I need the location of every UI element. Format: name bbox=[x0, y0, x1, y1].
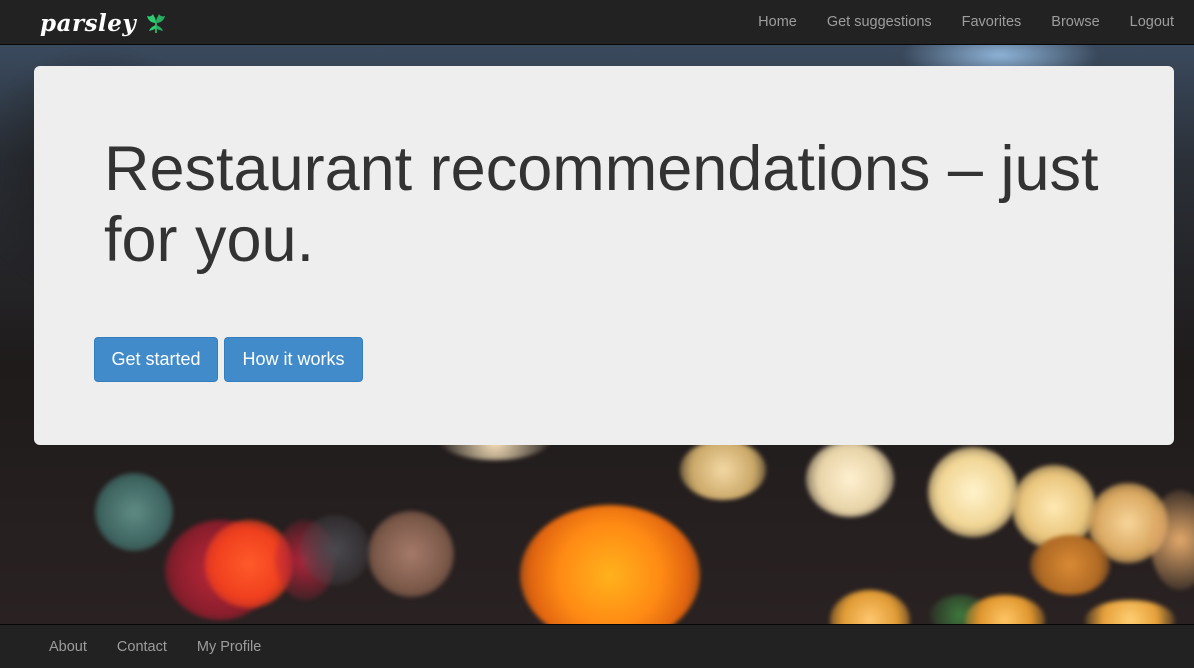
nav-links: Home Get suggestions Favorites Browse Lo… bbox=[743, 0, 1194, 45]
footer-about-link[interactable]: About bbox=[34, 639, 102, 655]
parsley-leaf-icon bbox=[147, 14, 166, 33]
bokeh-light bbox=[95, 473, 173, 551]
nav-home-link[interactable]: Home bbox=[743, 0, 812, 45]
footer-contact-link[interactable]: Contact bbox=[102, 639, 182, 655]
nav-logout-link[interactable]: Logout bbox=[1115, 0, 1194, 45]
how-it-works-button[interactable]: How it works bbox=[224, 337, 363, 382]
get-started-button[interactable]: Get started bbox=[94, 337, 218, 382]
bokeh-light bbox=[680, 440, 766, 500]
bokeh-light bbox=[1085, 600, 1175, 624]
nav-browse-link[interactable]: Browse bbox=[1036, 0, 1114, 45]
hero-headline: Restaurant recommendations – just for yo… bbox=[104, 134, 1099, 275]
brand-logo[interactable]: parsley bbox=[40, 8, 168, 38]
top-navbar: parsley Home Get suggestions Favorites B… bbox=[0, 0, 1194, 45]
bokeh-light bbox=[928, 447, 1018, 537]
hero-jumbotron: Restaurant recommendations – just for yo… bbox=[34, 66, 1174, 445]
bokeh-light bbox=[520, 505, 700, 624]
brand-name: parsley bbox=[40, 9, 137, 37]
bokeh-light bbox=[368, 511, 454, 597]
bokeh-light bbox=[806, 441, 894, 517]
nav-get-suggestions-link[interactable]: Get suggestions bbox=[812, 0, 947, 45]
nav-favorites-link[interactable]: Favorites bbox=[947, 0, 1037, 45]
bokeh-light bbox=[1030, 535, 1110, 595]
footer-my-profile-link[interactable]: My Profile bbox=[182, 639, 276, 655]
bokeh-light bbox=[830, 590, 910, 624]
footer-navbar: About Contact My Profile bbox=[0, 624, 1194, 668]
bokeh-light bbox=[300, 515, 370, 585]
